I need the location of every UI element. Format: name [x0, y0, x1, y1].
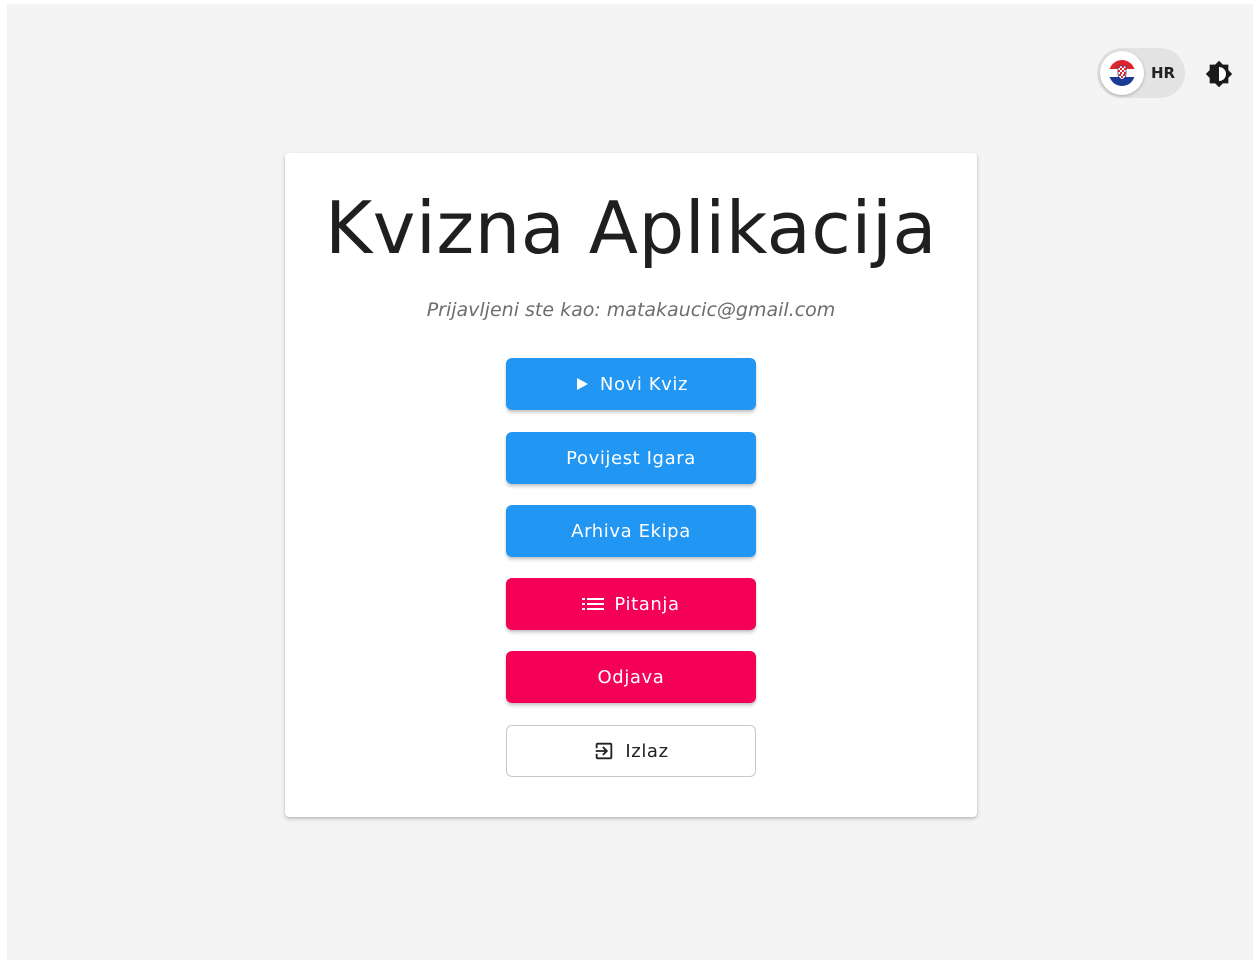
new-quiz-button[interactable]: Novi Kviz: [506, 358, 756, 410]
new-quiz-label: Novi Kviz: [599, 373, 689, 395]
brightness-icon: [1205, 60, 1233, 88]
exit-label: Izlaz: [625, 740, 669, 762]
team-archive-button[interactable]: Arhiva Ekipa: [506, 505, 756, 557]
logout-label: Odjava: [597, 666, 665, 688]
language-code: HR: [1150, 64, 1176, 82]
theme-toggle-button[interactable]: [1201, 56, 1237, 92]
exit-button[interactable]: Izlaz: [506, 725, 756, 777]
list-icon: [582, 596, 605, 612]
game-history-button[interactable]: Povijest Igara: [506, 432, 756, 484]
language-toggle[interactable]: HR: [1097, 48, 1185, 98]
croatia-flag-icon: [1109, 60, 1135, 86]
page-title: Kvizna Aplikacija: [325, 186, 937, 270]
exit-icon: [593, 740, 615, 762]
game-history-label: Povijest Igara: [566, 447, 696, 469]
app-background: HR Kvizna Aplikacija Prijavljeni ste kao…: [7, 4, 1253, 960]
questions-button[interactable]: Pitanja: [506, 578, 756, 630]
main-menu-card: Kvizna Aplikacija Prijavljeni ste kao: m…: [285, 153, 977, 817]
play-icon: [574, 376, 590, 392]
language-toggle-knob[interactable]: [1100, 51, 1144, 95]
logged-in-user-text: Prijavljeni ste kao: matakaucic@gmail.co…: [426, 299, 836, 321]
questions-label: Pitanja: [614, 593, 680, 615]
logout-button[interactable]: Odjava: [506, 651, 756, 703]
team-archive-label: Arhiva Ekipa: [571, 520, 691, 542]
